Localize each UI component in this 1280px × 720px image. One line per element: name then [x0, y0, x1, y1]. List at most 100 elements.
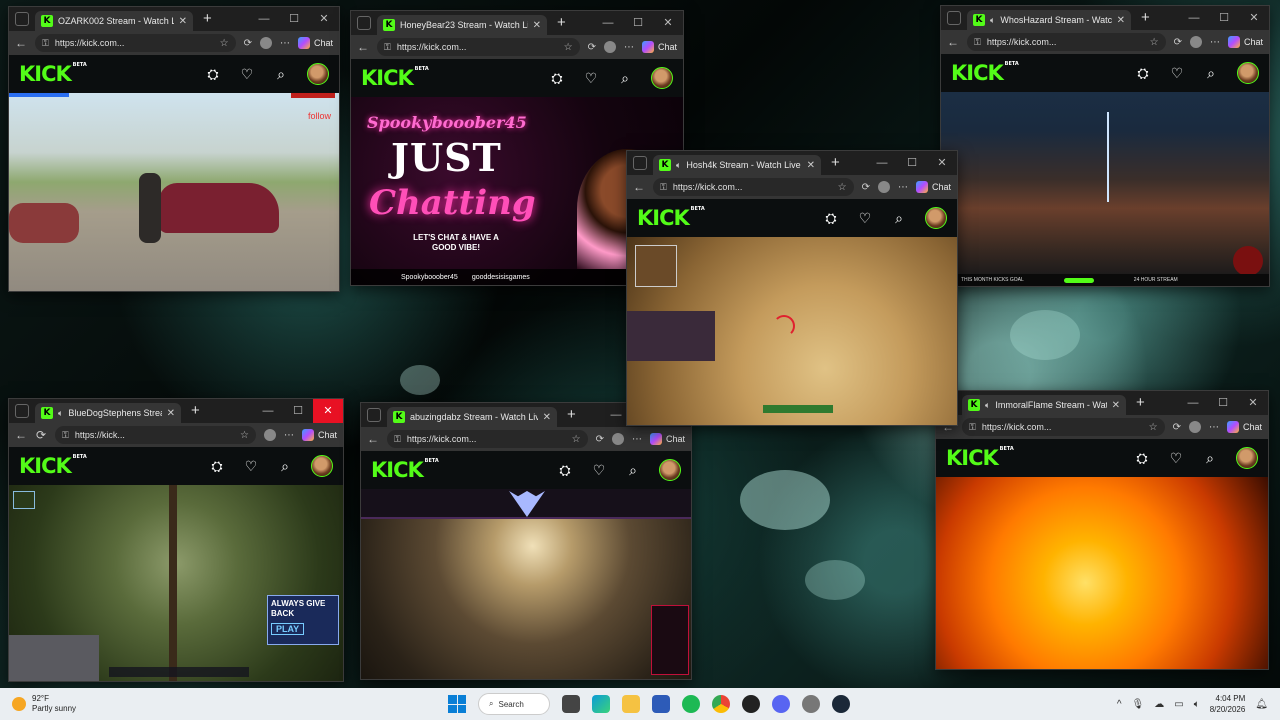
notification-bell-icon[interactable]: 🔔︎ [1255, 699, 1268, 710]
close-window-button[interactable]: ✕ [1239, 6, 1269, 30]
close-tab-icon[interactable]: ✕ [533, 20, 541, 31]
profile-avatar[interactable] [1189, 36, 1202, 48]
favorite-star-icon[interactable]: ☆ [564, 42, 573, 53]
refresh-icon[interactable]: ⟳ [862, 182, 870, 193]
refresh-icon[interactable]: ⟳ [596, 434, 604, 445]
kick-logo[interactable]: KICK BETA [946, 446, 1014, 470]
user-avatar[interactable] [307, 63, 329, 85]
refresh-icon[interactable]: ⟳ [1173, 422, 1181, 433]
tab-honeybear[interactable]: K HoneyBear23 Stream - Watch Live ✕ [377, 15, 547, 35]
store-app-icon[interactable] [652, 695, 670, 713]
store-icon[interactable]: ⛭ [823, 210, 839, 227]
favorite-star-icon[interactable]: ☆ [1150, 37, 1159, 48]
refresh-icon[interactable]: ⟳ [244, 38, 252, 49]
tab-whoshazard[interactable]: K 🔈︎ WhosHazard Stream - Watch ✕ [967, 10, 1131, 30]
user-avatar[interactable] [651, 67, 673, 89]
maximize-button[interactable]: ☐ [623, 11, 653, 35]
settings-gear-icon[interactable] [802, 695, 820, 713]
refresh-icon[interactable]: ⟳ [1174, 37, 1182, 48]
close-tab-icon[interactable]: ✕ [1117, 15, 1125, 26]
stream-video[interactable]: ALWAYS GIVE BACK PLAY [9, 485, 343, 681]
tab-actions-icon[interactable] [357, 16, 371, 30]
close-tab-icon[interactable]: ✕ [807, 160, 815, 171]
following-heart-icon[interactable]: ♡ [857, 210, 873, 227]
back-icon[interactable]: ← [15, 36, 27, 50]
steam-icon[interactable] [832, 695, 850, 713]
chrome-icon[interactable] [712, 695, 730, 713]
close-window-button[interactable]: ✕ [927, 151, 957, 175]
maximize-button[interactable]: ☐ [897, 151, 927, 175]
new-tab-icon[interactable]: + [1141, 8, 1150, 28]
new-tab-icon[interactable]: + [203, 9, 212, 29]
store-icon[interactable]: ⛭ [1135, 65, 1151, 82]
chevron-up-icon[interactable]: ^ [1117, 699, 1122, 710]
store-icon[interactable]: ⛭ [549, 70, 565, 87]
address-bar[interactable]: ⚿ https://kick.com... ☆ [387, 430, 588, 448]
close-tab-icon[interactable]: ✕ [167, 408, 175, 419]
more-menu-icon[interactable]: ⋯ [1209, 422, 1219, 433]
minimize-button[interactable]: — [1179, 6, 1209, 30]
minimize-button[interactable]: — [253, 399, 283, 423]
minimize-button[interactable]: — [593, 11, 623, 35]
obs-icon[interactable] [742, 695, 760, 713]
copilot-chat-button[interactable]: Chat [301, 429, 337, 441]
close-tab-icon[interactable]: ✕ [179, 16, 187, 27]
cloud-icon[interactable]: ☁ [1154, 699, 1164, 710]
speaker-icon[interactable]: 🔈︎ [58, 408, 63, 419]
profile-avatar[interactable] [611, 433, 624, 445]
copilot-chat-button[interactable]: Chat [297, 37, 333, 49]
stream-video[interactable]: follow [9, 93, 339, 291]
close-tab-icon[interactable]: ✕ [543, 412, 551, 423]
following-heart-icon[interactable]: ♡ [583, 70, 599, 87]
following-heart-icon[interactable]: ♡ [243, 458, 259, 475]
kick-logo[interactable]: KICK BETA [361, 66, 429, 90]
user-avatar[interactable] [925, 207, 947, 229]
tab-hosh4k[interactable]: K 🔈︎ Hosh4k Stream - Watch Live o ✕ [653, 155, 821, 175]
weather-widget[interactable]: 92°F Partly sunny [0, 694, 200, 714]
address-bar[interactable]: ⚿ https://kick.com... ☆ [653, 178, 854, 196]
browser-window-whoshazard[interactable]: K 🔈︎ WhosHazard Stream - Watch ✕ + — ☐ ✕… [940, 5, 1270, 287]
back-icon[interactable]: ← [15, 428, 27, 442]
refresh-icon[interactable]: ⟳ [35, 428, 47, 442]
new-tab-icon[interactable]: + [557, 13, 566, 33]
favorite-star-icon[interactable]: ☆ [1149, 422, 1158, 433]
copilot-chat-button[interactable]: Chat [649, 433, 685, 445]
browser-window-abuzingdabz[interactable]: K abuzingdabz Stream - Watch Live ✕ + — … [360, 402, 692, 680]
taskbar-search[interactable]: ⌕ Search [478, 693, 550, 715]
address-bar[interactable]: ⚿ https://kick.com... ☆ [967, 33, 1166, 51]
browser-window-ozark[interactable]: K OZARK002 Stream - Watch Live or ✕ + — … [8, 6, 340, 292]
minimize-button[interactable]: — [867, 151, 897, 175]
close-window-button[interactable]: ✕ [1238, 391, 1268, 415]
more-menu-icon[interactable]: ⋯ [280, 38, 290, 49]
following-heart-icon[interactable]: ♡ [1168, 450, 1184, 467]
tab-actions-icon[interactable] [947, 11, 961, 25]
user-avatar[interactable] [311, 455, 333, 477]
profile-avatar[interactable] [603, 41, 616, 53]
clock[interactable]: 4:04 PM 8/20/2026 [1210, 693, 1246, 715]
minimize-button[interactable]: — [1178, 391, 1208, 415]
favorite-star-icon[interactable]: ☆ [220, 38, 229, 49]
play-button[interactable]: PLAY [271, 623, 305, 635]
favorite-star-icon[interactable]: ☆ [240, 430, 249, 441]
minimize-button[interactable]: — [249, 7, 279, 31]
back-icon[interactable]: ← [367, 432, 379, 446]
network-icon[interactable]: ▭ [1174, 699, 1183, 710]
tab-actions-icon[interactable] [367, 408, 381, 422]
profile-avatar[interactable] [263, 429, 276, 441]
microphone-icon[interactable]: 🎙︎ [1132, 699, 1145, 710]
close-window-button[interactable]: ✕ [309, 7, 339, 31]
close-window-button[interactable]: ✕ [653, 11, 683, 35]
tab-bluedog[interactable]: K 🔈︎ BlueDogStephens Stream - W ✕ [35, 403, 181, 423]
refresh-icon[interactable]: ⟳ [588, 42, 596, 53]
back-icon[interactable]: ← [357, 40, 369, 54]
kick-logo[interactable]: KICK BETA [637, 206, 705, 230]
profile-avatar[interactable] [877, 181, 890, 193]
volume-icon[interactable]: 🔈︎ [1194, 699, 1200, 710]
file-explorer-icon[interactable] [622, 695, 640, 713]
browser-window-immoralflame[interactable]: K 🔈︎ ImmoralFlame Stream - Watch ✕ + — ☐… [935, 390, 1269, 670]
tab-actions-icon[interactable] [15, 12, 29, 26]
more-menu-icon[interactable]: ⋯ [624, 42, 634, 53]
tab-actions-icon[interactable] [633, 156, 647, 170]
spotify-icon[interactable] [682, 695, 700, 713]
maximize-button[interactable]: ☐ [279, 7, 309, 31]
